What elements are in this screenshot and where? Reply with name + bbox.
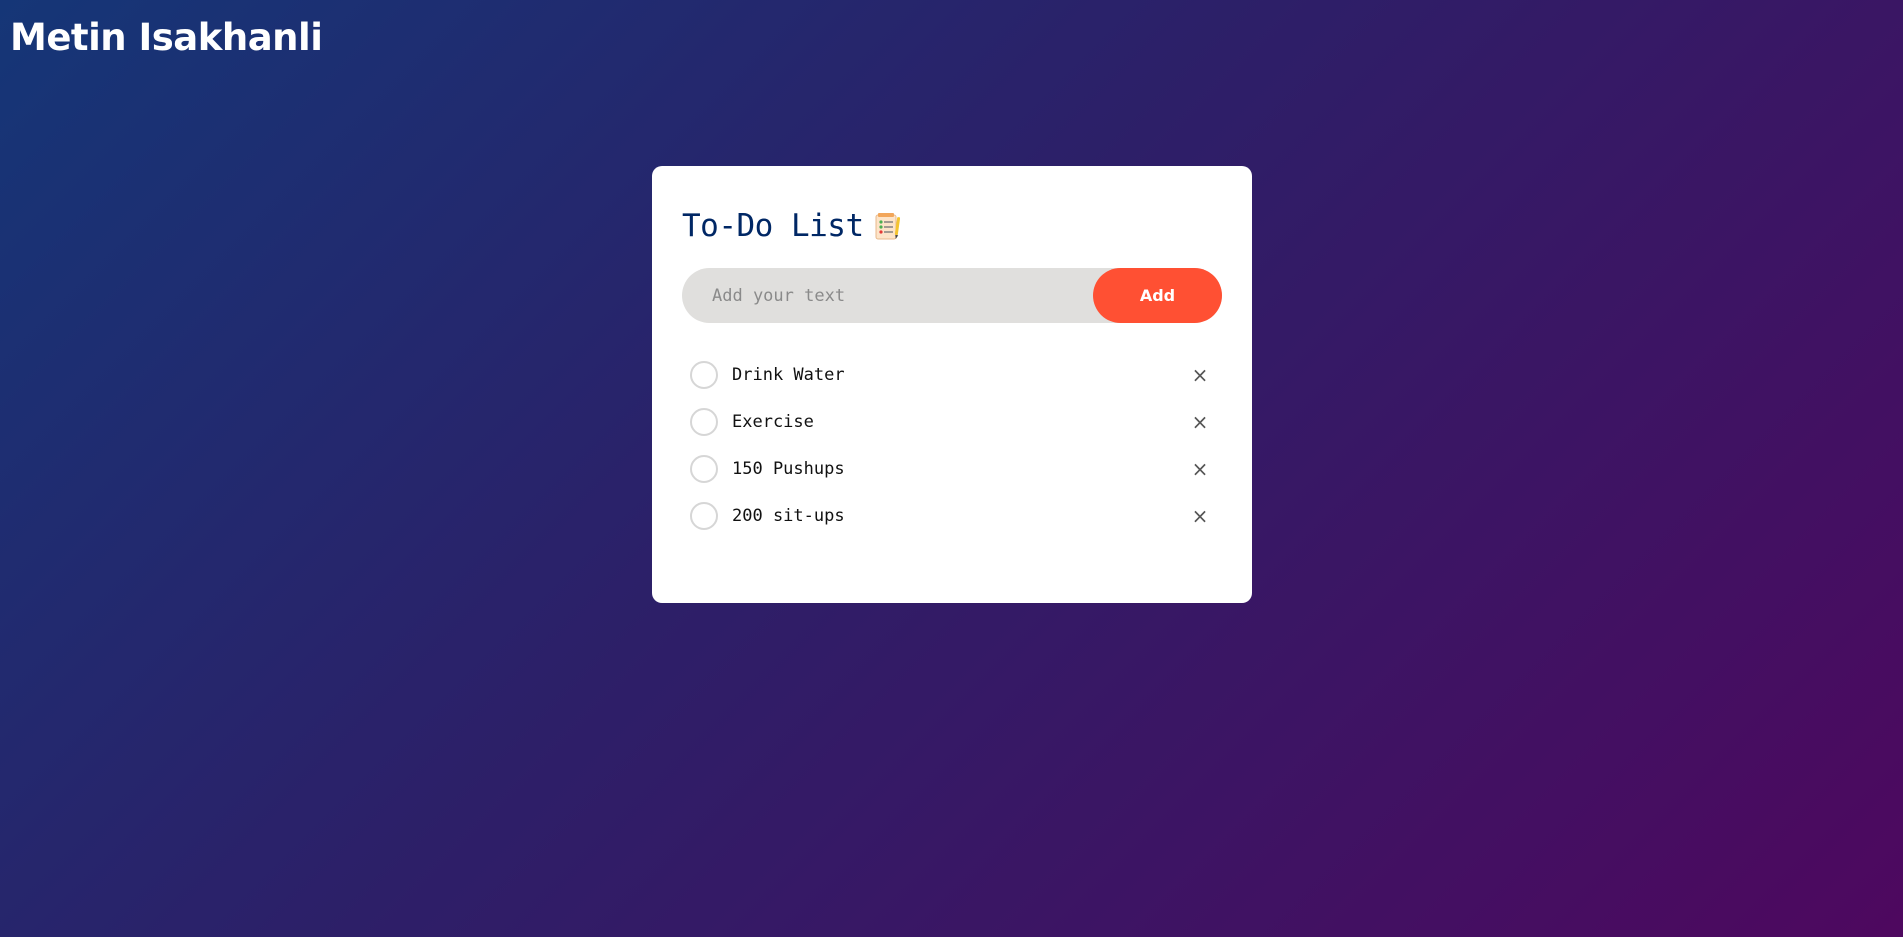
todo-card: To-Do List Add Drink Water × <box>652 166 1252 603</box>
checkbox-circle-icon[interactable] <box>690 501 718 530</box>
title-row: To-Do List <box>682 206 1222 246</box>
page-title: To-Do List <box>682 208 864 244</box>
todo-item[interactable]: Drink Water × <box>682 351 1222 398</box>
todo-text-input[interactable] <box>712 275 1093 316</box>
todo-item-text: Drink Water <box>732 364 845 385</box>
todo-item-text: 200 sit-ups <box>732 505 845 526</box>
close-icon[interactable]: × <box>1188 363 1212 387</box>
checkbox-circle-icon[interactable] <box>690 454 718 483</box>
todo-item[interactable]: 150 Pushups × <box>682 445 1222 492</box>
checklist-notepad-icon <box>874 212 900 240</box>
add-todo-row: Add <box>682 268 1222 323</box>
todo-item-text: 150 Pushups <box>732 458 845 479</box>
todo-list: Drink Water × Exercise × 150 Pushups × 2… <box>682 351 1222 539</box>
checkbox-circle-icon[interactable] <box>690 360 718 389</box>
brand-name: Metin Isakhanli <box>10 16 323 59</box>
close-icon[interactable]: × <box>1188 410 1212 434</box>
add-button[interactable]: Add <box>1093 268 1222 323</box>
todo-item-text: Exercise <box>732 411 814 432</box>
checkbox-circle-icon[interactable] <box>690 407 718 436</box>
close-icon[interactable]: × <box>1188 457 1212 481</box>
todo-item[interactable]: 200 sit-ups × <box>682 492 1222 539</box>
todo-item[interactable]: Exercise × <box>682 398 1222 445</box>
close-icon[interactable]: × <box>1188 504 1212 528</box>
